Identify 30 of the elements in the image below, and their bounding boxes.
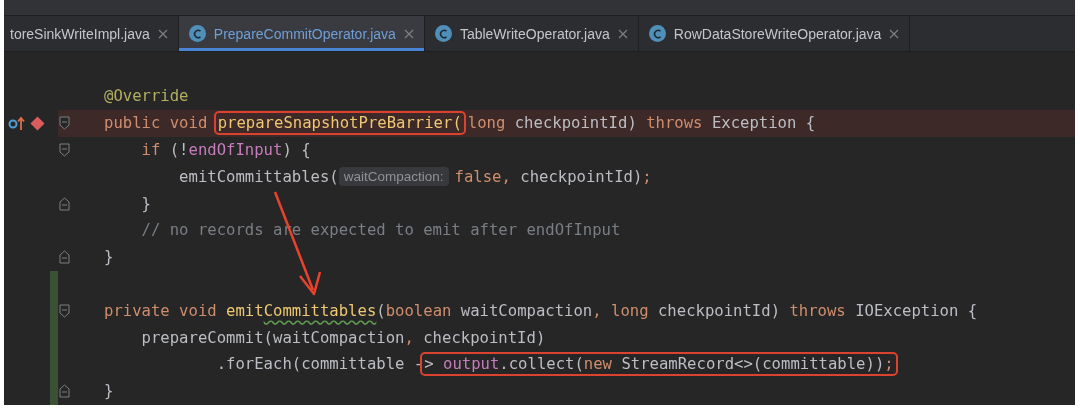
fold-icon[interactable] xyxy=(59,143,70,157)
breakpoint-icon[interactable] xyxy=(30,115,45,131)
fold-icon[interactable] xyxy=(59,303,70,318)
code-text: long checkpointId) throws Exception { xyxy=(467,114,816,133)
override-icon[interactable] xyxy=(8,115,26,132)
code-text: if (!endOfInput) { xyxy=(140,141,311,159)
highlight-box: prepareSnapshotPreBarrier( xyxy=(213,111,466,136)
code-text: false, checkpointId); xyxy=(454,167,652,186)
code-text: } xyxy=(140,194,151,213)
code-text: @Override xyxy=(104,87,189,106)
fold-icon[interactable] xyxy=(59,116,70,131)
fold-icon[interactable] xyxy=(59,384,70,399)
code-text: public void xyxy=(104,114,209,133)
highlight-box: > output.collect(new StreamRecord<>(committable)); xyxy=(420,352,898,377)
editor-tab[interactable]: PrepareCommitOperator.java xyxy=(178,16,425,51)
fold-icon[interactable] xyxy=(59,250,70,265)
editor-tab[interactable]: RowDataStoreWriteOperator.java xyxy=(638,16,911,51)
close-icon[interactable] xyxy=(403,28,414,39)
code-text: } xyxy=(104,382,114,401)
close-icon[interactable] xyxy=(617,28,628,39)
code-text: emitCommittables( xyxy=(178,167,339,186)
editor-tab[interactable]: toreSinkWriteImpl.java xyxy=(4,16,179,51)
code-text: prepareCommit(waitCompaction, checkpointId) xyxy=(140,328,546,347)
code-text: private void emitCommittables(boolean waitCompaction, long checkpointId) throws IOException { xyxy=(104,301,978,320)
close-icon[interactable] xyxy=(889,28,900,39)
fold-icon[interactable] xyxy=(59,196,70,211)
parameter-hint: waitCompaction: xyxy=(338,167,449,187)
close-icon[interactable] xyxy=(157,28,168,39)
code-text: } xyxy=(104,248,114,267)
editor-tab[interactable]: TableWriteOperator.java xyxy=(424,16,639,51)
